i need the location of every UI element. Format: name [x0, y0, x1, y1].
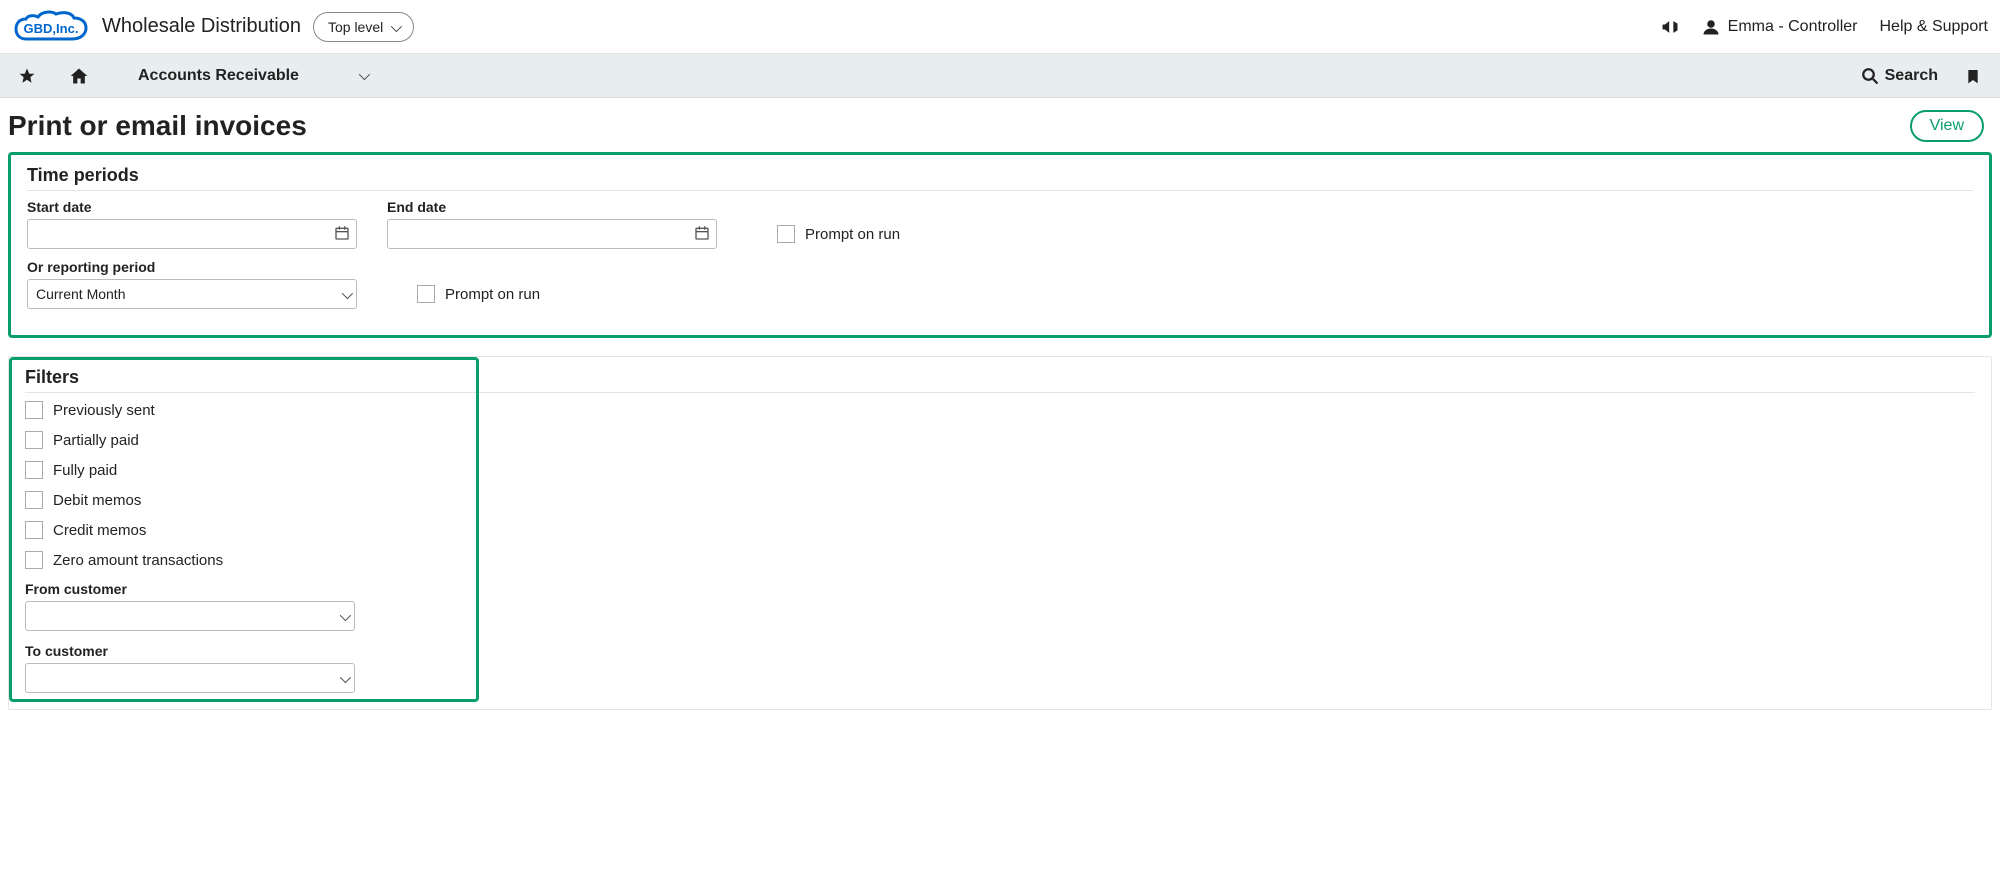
end-date-input-wrap[interactable]: [387, 219, 717, 249]
topbar: GBD,Inc. Wholesale Distribution Top leve…: [0, 0, 2000, 54]
entity-level-label: Top level: [328, 19, 383, 35]
favorites-button[interactable]: [10, 59, 44, 93]
reporting-period-field: Or reporting period Current Month: [27, 259, 357, 309]
to-customer-select[interactable]: [25, 663, 355, 693]
calendar-icon[interactable]: [694, 225, 710, 244]
view-button[interactable]: View: [1910, 110, 1984, 142]
company-name: Wholesale Distribution: [102, 15, 301, 38]
chevron-down-icon: [359, 67, 367, 85]
user-icon: [1702, 18, 1720, 36]
help-support-link[interactable]: Help & Support: [1879, 18, 1988, 36]
prompt-on-run-dates-label: Prompt on run: [805, 226, 900, 243]
end-date-label: End date: [387, 199, 717, 215]
filter-credit-memos-checkbox[interactable]: [25, 521, 43, 539]
filter-previously-sent-checkbox[interactable]: [25, 401, 43, 419]
filter-zero-amount-checkbox[interactable]: [25, 551, 43, 569]
filter-debit-memos[interactable]: Debit memos: [25, 491, 1975, 509]
from-customer-select[interactable]: [25, 601, 355, 631]
filter-credit-memos-label: Credit memos: [53, 522, 146, 539]
to-customer-label: To customer: [25, 643, 1975, 659]
from-customer-label: From customer: [25, 581, 1975, 597]
end-date-input[interactable]: [394, 220, 694, 248]
end-date-field: End date: [387, 199, 717, 249]
filter-debit-memos-label: Debit memos: [53, 492, 141, 509]
start-date-label: Start date: [27, 199, 357, 215]
filter-zero-amount-label: Zero amount transactions: [53, 552, 223, 569]
navbar-right: Search: [1861, 59, 1990, 93]
filters-section: Filters Previously sent Partially paid F…: [8, 356, 1992, 710]
to-customer-field: To customer: [25, 643, 1975, 693]
prompt-on-run-period-label: Prompt on run: [445, 286, 540, 303]
prompt-on-run-period[interactable]: Prompt on run: [417, 279, 540, 309]
reporting-period-value: Current Month: [34, 286, 342, 302]
calendar-icon[interactable]: [334, 225, 350, 244]
filter-fully-paid-checkbox[interactable]: [25, 461, 43, 479]
chevron-down-icon: [391, 19, 399, 35]
page-header: Print or email invoices View: [0, 98, 2000, 152]
entity-level-selector[interactable]: Top level: [313, 12, 414, 42]
chevron-down-icon: [342, 286, 350, 302]
svg-text:GBD,Inc.: GBD,Inc.: [24, 21, 79, 36]
navbar: Accounts Receivable Search: [0, 54, 2000, 98]
reporting-period-label: Or reporting period: [27, 259, 357, 275]
filter-previously-sent[interactable]: Previously sent: [25, 401, 1975, 419]
user-name-label: Emma - Controller: [1728, 18, 1858, 36]
chevron-down-icon: [340, 670, 348, 686]
prompt-on-run-dates[interactable]: Prompt on run: [777, 219, 900, 249]
page-title: Print or email invoices: [8, 110, 307, 142]
filter-zero-amount[interactable]: Zero amount transactions: [25, 551, 1975, 569]
from-customer-field: From customer: [25, 581, 1975, 631]
announcements-icon[interactable]: [1660, 17, 1680, 37]
bookmark-button[interactable]: [1956, 59, 1990, 93]
content-area: Time periods Start date End date: [0, 152, 2000, 736]
reporting-period-select[interactable]: Current Month: [27, 279, 357, 309]
start-date-input[interactable]: [34, 220, 334, 248]
start-date-input-wrap[interactable]: [27, 219, 357, 249]
user-menu[interactable]: Emma - Controller: [1702, 18, 1858, 36]
filter-credit-memos[interactable]: Credit memos: [25, 521, 1975, 539]
time-periods-section: Time periods Start date End date: [8, 152, 1992, 338]
filter-checkbox-list: Previously sent Partially paid Fully pai…: [25, 401, 1975, 569]
module-selector[interactable]: Accounts Receivable: [120, 67, 385, 85]
search-button[interactable]: Search: [1861, 67, 1938, 85]
filter-partially-paid[interactable]: Partially paid: [25, 431, 1975, 449]
filter-debit-memos-checkbox[interactable]: [25, 491, 43, 509]
topbar-right: Emma - Controller Help & Support: [1660, 17, 1988, 37]
filters-title: Filters: [25, 367, 1975, 393]
filter-fully-paid-label: Fully paid: [53, 462, 117, 479]
company-logo: GBD,Inc.: [12, 9, 90, 45]
module-label: Accounts Receivable: [138, 67, 299, 85]
filter-partially-paid-checkbox[interactable]: [25, 431, 43, 449]
time-periods-title: Time periods: [27, 165, 1973, 191]
filter-partially-paid-label: Partially paid: [53, 432, 139, 449]
filter-fully-paid[interactable]: Fully paid: [25, 461, 1975, 479]
search-label: Search: [1885, 67, 1938, 85]
prompt-on-run-dates-checkbox[interactable]: [777, 225, 795, 243]
start-date-field: Start date: [27, 199, 357, 249]
home-button[interactable]: [62, 59, 96, 93]
prompt-on-run-period-checkbox[interactable]: [417, 285, 435, 303]
chevron-down-icon: [340, 608, 348, 624]
filter-previously-sent-label: Previously sent: [53, 402, 155, 419]
